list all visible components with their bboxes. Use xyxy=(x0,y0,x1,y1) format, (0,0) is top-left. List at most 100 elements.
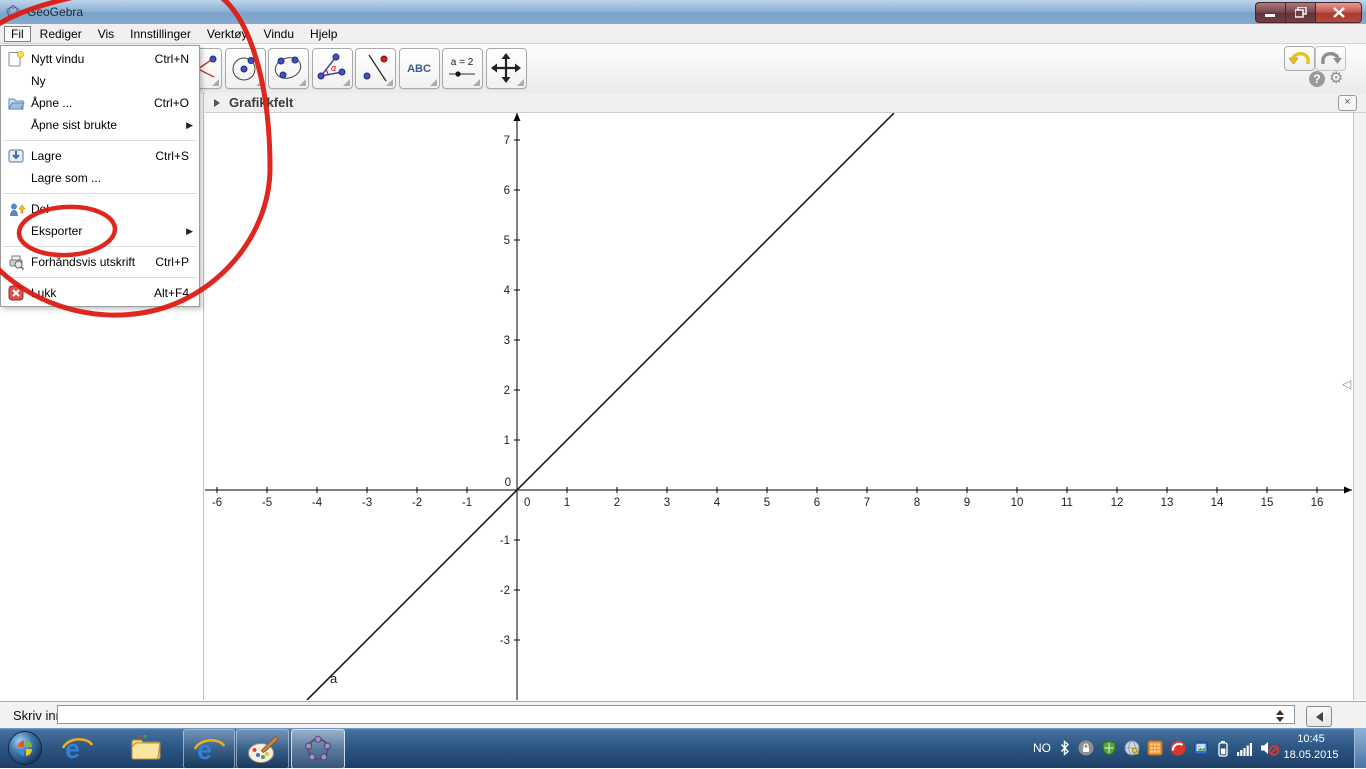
menubar-item-rediger[interactable]: Rediger xyxy=(33,26,89,42)
volume-muted-icon[interactable] xyxy=(1260,740,1280,756)
svg-text:3: 3 xyxy=(664,497,670,509)
signal-strength-icon[interactable] xyxy=(1237,741,1253,756)
tool-dropdown-arrow-icon[interactable] xyxy=(386,79,393,86)
menubar-item-vindu[interactable]: Vindu xyxy=(257,26,301,42)
angle-tool-button[interactable]: α xyxy=(312,48,353,89)
display-icon[interactable] xyxy=(1193,740,1209,756)
svg-text:11: 11 xyxy=(1061,497,1073,509)
tool-dropdown-arrow-icon[interactable] xyxy=(299,79,306,86)
menu-item-label: Åpne sist brukte xyxy=(31,118,186,132)
restore-icon xyxy=(1295,7,1307,18)
collapsed-panel-strip[interactable] xyxy=(1353,113,1366,700)
svg-text:-2: -2 xyxy=(412,497,422,509)
taskbar-file-explorer-button[interactable] xyxy=(126,729,166,767)
menu-item-del[interactable]: Del xyxy=(1,198,199,220)
tool-dropdown-arrow-icon[interactable] xyxy=(256,79,263,86)
svg-text:7: 7 xyxy=(864,497,870,509)
help-button[interactable]: ? xyxy=(1309,71,1325,87)
tool-dropdown-arrow-icon[interactable] xyxy=(430,79,437,86)
lock-icon[interactable] xyxy=(1078,740,1094,756)
conic-tool-button[interactable] xyxy=(268,48,309,89)
taskbar-internet-explorer-button[interactable]: e xyxy=(58,729,96,767)
start-button[interactable] xyxy=(5,729,45,767)
taskbar-paint-button[interactable] xyxy=(236,729,289,769)
title-bar: GeoGebra xyxy=(0,0,1366,25)
slider-tool-button[interactable]: a = 2 xyxy=(442,48,483,89)
redo-icon xyxy=(1320,51,1342,67)
menubar-item-vis[interactable]: Vis xyxy=(91,26,121,42)
minimize-button[interactable] xyxy=(1255,2,1285,23)
network-key-icon[interactable] xyxy=(1124,740,1140,756)
settings-gear-button[interactable]: ⚙ xyxy=(1329,71,1343,87)
menu-item-lagre-som[interactable]: Lagre som ... xyxy=(1,167,199,189)
menu-item-åpne[interactable]: Åpne ...Ctrl+O xyxy=(1,92,199,114)
new-window-icon xyxy=(1,50,31,68)
menu-item-label: Lagre xyxy=(31,149,155,163)
menu-item-ny[interactable]: Ny xyxy=(1,70,199,92)
menu-item-eksporter[interactable]: Eksporter▶ xyxy=(1,220,199,242)
close-icon xyxy=(1333,7,1345,18)
panel-expand-arrow-icon[interactable]: ◁ xyxy=(1342,377,1351,391)
menu-item-nytt-vindu[interactable]: Nytt vinduCtrl+N xyxy=(1,48,199,70)
svg-text:7: 7 xyxy=(504,135,510,147)
show-desktop-button[interactable] xyxy=(1354,728,1366,768)
graphics-view-close-button[interactable]: × xyxy=(1338,95,1357,111)
undo-button[interactable] xyxy=(1284,46,1315,71)
svg-text:8: 8 xyxy=(914,497,920,509)
command-input[interactable] xyxy=(57,705,1295,724)
menu-item-åpne-sist-brukte[interactable]: Åpne sist brukte▶ xyxy=(1,114,199,136)
svg-text:ABC: ABC xyxy=(407,63,431,75)
shield-icon[interactable] xyxy=(1101,740,1117,756)
text-tool-button[interactable]: ABC xyxy=(399,48,440,89)
menu-item-forhåndsvis-utskrift[interactable]: Forhåndsvis utskriftCtrl+P xyxy=(1,251,199,273)
menubar-item-fil[interactable]: Fil xyxy=(4,26,31,42)
menu-item-lagre[interactable]: LagreCtrl+S xyxy=(1,145,199,167)
taskbar-geogebra-active-button[interactable] xyxy=(291,729,345,769)
svg-text:-1: -1 xyxy=(462,497,472,509)
close-button[interactable] xyxy=(1315,2,1362,23)
save-icon xyxy=(1,147,31,165)
panel-collapse-arrow-icon[interactable] xyxy=(214,99,220,107)
menubar-item-hjelp[interactable]: Hjelp xyxy=(303,26,344,42)
svg-text:2: 2 xyxy=(614,497,620,509)
menu-item-label: Åpne ... xyxy=(31,96,154,110)
tool-dropdown-arrow-icon[interactable] xyxy=(343,79,350,86)
menu-item-label: Lagre som ... xyxy=(31,171,189,185)
menubar-item-innstillinger[interactable]: Innstillinger xyxy=(123,26,198,42)
language-indicator[interactable]: NO xyxy=(1033,741,1051,755)
menu-item-shortcut: Ctrl+N xyxy=(155,52,199,66)
system-tray: NO xyxy=(1033,728,1280,768)
menu-item-lukk[interactable]: LukkAlt+F4 xyxy=(1,282,199,304)
antivirus-icon[interactable] xyxy=(1170,740,1186,756)
svg-text:13: 13 xyxy=(1161,497,1174,509)
grid-icon[interactable] xyxy=(1147,740,1163,756)
battery-icon[interactable] xyxy=(1216,740,1230,757)
spinner-down-icon[interactable] xyxy=(1276,717,1284,722)
graphics-view[interactable]: -6-5-4-3-2-11234567891011121314151676543… xyxy=(205,113,1352,700)
input-help-button[interactable] xyxy=(1306,706,1332,727)
tool-dropdown-arrow-icon[interactable] xyxy=(473,79,480,86)
menu-item-shortcut: Ctrl+O xyxy=(154,96,199,110)
menubar-item-verktøy[interactable]: Verktøy xyxy=(200,26,255,42)
taskbar-internet-explorer-button[interactable]: e xyxy=(183,729,235,769)
tool-dropdown-arrow-icon[interactable] xyxy=(212,79,219,86)
circle-tool-button[interactable] xyxy=(225,48,266,89)
file-menu: Nytt vinduCtrl+NNyÅpne ...Ctrl+OÅpne sis… xyxy=(0,45,200,307)
input-history-spinner[interactable] xyxy=(1276,710,1286,722)
tool-dropdown-arrow-icon[interactable] xyxy=(517,79,524,86)
menu-item-label: Ny xyxy=(31,74,189,88)
menu-separator xyxy=(3,140,197,141)
taskbar-clock[interactable]: 10:45 18.05.2015 xyxy=(1278,731,1344,763)
move-graphics-view-tool-button[interactable] xyxy=(486,48,527,89)
restore-button[interactable] xyxy=(1285,2,1315,23)
redo-button[interactable] xyxy=(1315,46,1346,71)
reflect-tool-button[interactable] xyxy=(355,48,396,89)
bluetooth-icon[interactable] xyxy=(1058,740,1071,756)
menu-item-label: Eksporter xyxy=(31,224,186,238)
spinner-up-icon[interactable] xyxy=(1276,710,1284,715)
svg-text:4: 4 xyxy=(714,497,721,509)
left-arrow-icon xyxy=(1316,712,1323,722)
window-title: GeoGebra xyxy=(27,5,83,19)
print-preview-icon xyxy=(1,253,31,271)
svg-text:-6: -6 xyxy=(212,497,222,509)
